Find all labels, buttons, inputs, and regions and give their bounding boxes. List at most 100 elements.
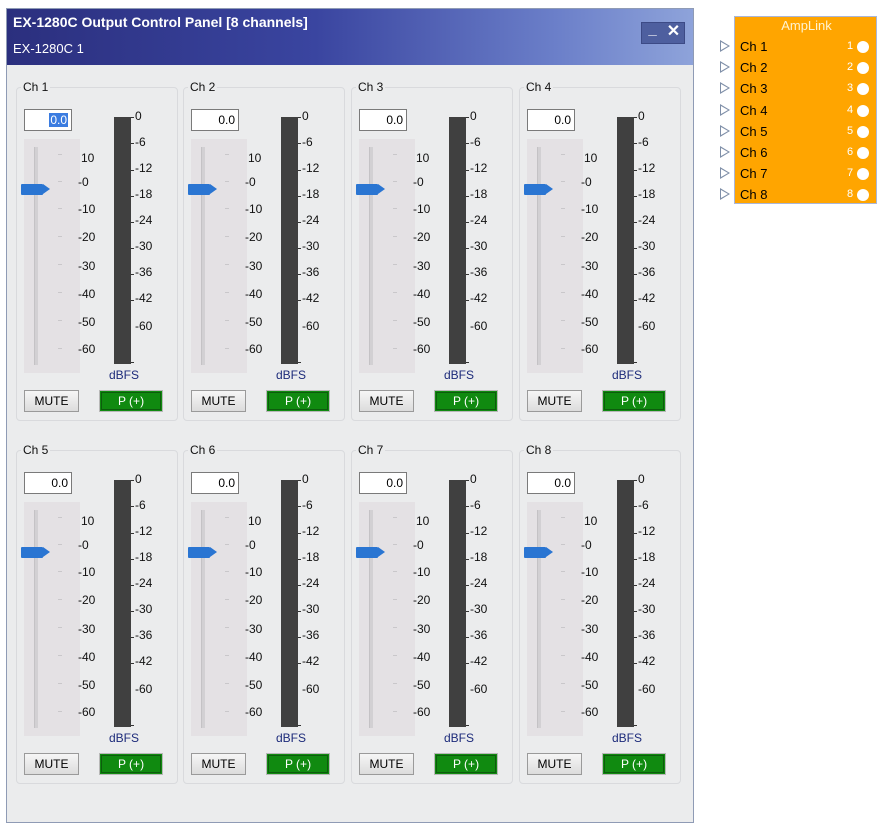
minimize-button[interactable]: _ (642, 22, 663, 43)
input-pin-icon[interactable] (720, 103, 730, 116)
gain-input[interactable]: 0.0 (527, 472, 575, 494)
channel-label: Ch 1 (21, 80, 51, 94)
window-titlebar[interactable]: EX-1280C Output Control Panel [8 channel… (7, 9, 693, 65)
meter-tick (466, 506, 469, 507)
mute-button[interactable]: MUTE (24, 753, 79, 775)
input-pin-icon[interactable] (720, 61, 730, 74)
mute-button[interactable]: MUTE (24, 390, 79, 412)
fader-thumb[interactable] (356, 547, 385, 558)
meter-scale-label: -18 (135, 550, 153, 564)
output-node-icon[interactable] (857, 62, 869, 75)
polarity-button[interactable]: P (+) (99, 390, 163, 412)
fader-tick (393, 571, 397, 572)
gain-input[interactable]: 0.0 (191, 472, 239, 494)
fader-track[interactable] (369, 510, 373, 728)
fader-tick (225, 655, 229, 656)
output-node-icon[interactable] (857, 168, 869, 181)
input-pin-icon[interactable] (720, 40, 730, 52)
fader-thumb[interactable] (524, 184, 553, 195)
input-pin-icon[interactable] (720, 167, 730, 180)
meter-scale-label: -12 (638, 524, 656, 538)
meter-scale-label: -6 (470, 498, 481, 512)
gain-input[interactable]: 0.0 (24, 109, 72, 131)
polarity-button[interactable]: P (+) (266, 390, 330, 412)
fader-scale-label: 10 (416, 151, 430, 165)
mute-button[interactable]: MUTE (191, 753, 246, 775)
mute-button[interactable]: MUTE (359, 390, 414, 412)
fader-tick (58, 236, 62, 237)
fader-tick (561, 571, 565, 572)
fader-track[interactable] (201, 147, 205, 365)
gain-input[interactable]: 0.0 (191, 109, 239, 131)
polarity-button[interactable]: P (+) (602, 753, 666, 775)
output-node-icon[interactable] (857, 104, 869, 117)
fader-background (24, 502, 80, 736)
gain-input[interactable]: 0.0 (359, 109, 407, 131)
fader-track[interactable] (537, 147, 541, 365)
gain-value: 0.0 (554, 476, 571, 490)
polarity-button[interactable]: P (+) (602, 390, 666, 412)
fader-track[interactable] (537, 510, 541, 728)
polarity-button[interactable]: P (+) (434, 753, 498, 775)
fader-thumb[interactable] (524, 547, 553, 558)
channel-group-2: Ch 2 0.0 10 -0 -10 -20 -30 -40 -50 -60 0 -6 -12 -18 -2… (183, 80, 345, 421)
mute-button[interactable]: MUTE (527, 390, 582, 412)
fader-scale-label: -40 (413, 650, 431, 664)
fader-background (24, 139, 80, 373)
mute-button[interactable]: MUTE (191, 390, 246, 412)
fader-scale-label: 10 (584, 151, 598, 165)
gain-input[interactable]: 0.0 (527, 109, 575, 131)
fader-scale-label: -40 (245, 650, 263, 664)
fader-thumb[interactable] (356, 184, 385, 195)
channel-label: Ch 4 (524, 80, 554, 94)
fader-tick (561, 348, 565, 349)
fader-track[interactable] (201, 510, 205, 728)
fader-track[interactable] (34, 510, 38, 728)
meter-tick (298, 196, 301, 197)
meter-tick (131, 506, 134, 507)
meter-scale-label: -36 (470, 265, 488, 279)
meter-scale-label: -24 (638, 213, 656, 227)
meter-scale-label: -12 (470, 524, 488, 538)
fader-track[interactable] (34, 147, 38, 365)
output-node-icon[interactable] (857, 41, 869, 53)
meter-scale-label: -18 (638, 187, 656, 201)
fader-background (527, 502, 583, 736)
mute-button[interactable]: MUTE (527, 753, 582, 775)
gain-input[interactable]: 0.0 (24, 472, 72, 494)
fader-thumb[interactable] (21, 547, 50, 558)
meter-tick (131, 637, 134, 638)
polarity-button[interactable]: P (+) (266, 753, 330, 775)
fader-tick (58, 292, 62, 293)
meter-tick (466, 196, 469, 197)
output-node-icon[interactable] (857, 125, 869, 138)
meter-scale-label: -18 (302, 187, 320, 201)
meter-tick (298, 143, 301, 144)
output-node-icon[interactable] (857, 83, 869, 96)
meter-tick (466, 533, 469, 534)
input-pin-icon[interactable] (720, 82, 730, 95)
amplink-output-number: 6 (847, 146, 854, 158)
input-pin-icon[interactable] (720, 188, 730, 201)
mute-button[interactable]: MUTE (359, 753, 414, 775)
amplink-row: Ch 4 4 (720, 102, 877, 120)
fader-thumb[interactable] (188, 184, 217, 195)
meter-scale-label: -42 (470, 654, 488, 668)
output-node-icon[interactable] (857, 147, 869, 159)
output-node-icon[interactable] (857, 189, 869, 202)
fader-thumb[interactable] (21, 184, 50, 195)
polarity-button[interactable]: P (+) (99, 753, 163, 775)
meter-tick (634, 506, 637, 507)
close-button[interactable]: ✕ (663, 23, 684, 43)
input-pin-icon[interactable] (720, 146, 730, 158)
gain-input[interactable]: 0.0 (359, 472, 407, 494)
input-pin-icon[interactable] (720, 124, 730, 137)
fader-thumb[interactable] (188, 547, 217, 558)
fader-track[interactable] (369, 147, 373, 365)
amplink-block[interactable]: AmpLink Ch 1 1 Ch 2 2 Ch 3 3 Ch 4 4 Ch 5 5 Ch 6 6 Ch… (720, 16, 877, 204)
meter-scale-label: -42 (638, 654, 656, 668)
fader-tick (225, 320, 229, 321)
polarity-button[interactable]: P (+) (434, 390, 498, 412)
meter-scale-label: -60 (302, 319, 320, 333)
meter-scale-label: 0 (470, 109, 477, 123)
